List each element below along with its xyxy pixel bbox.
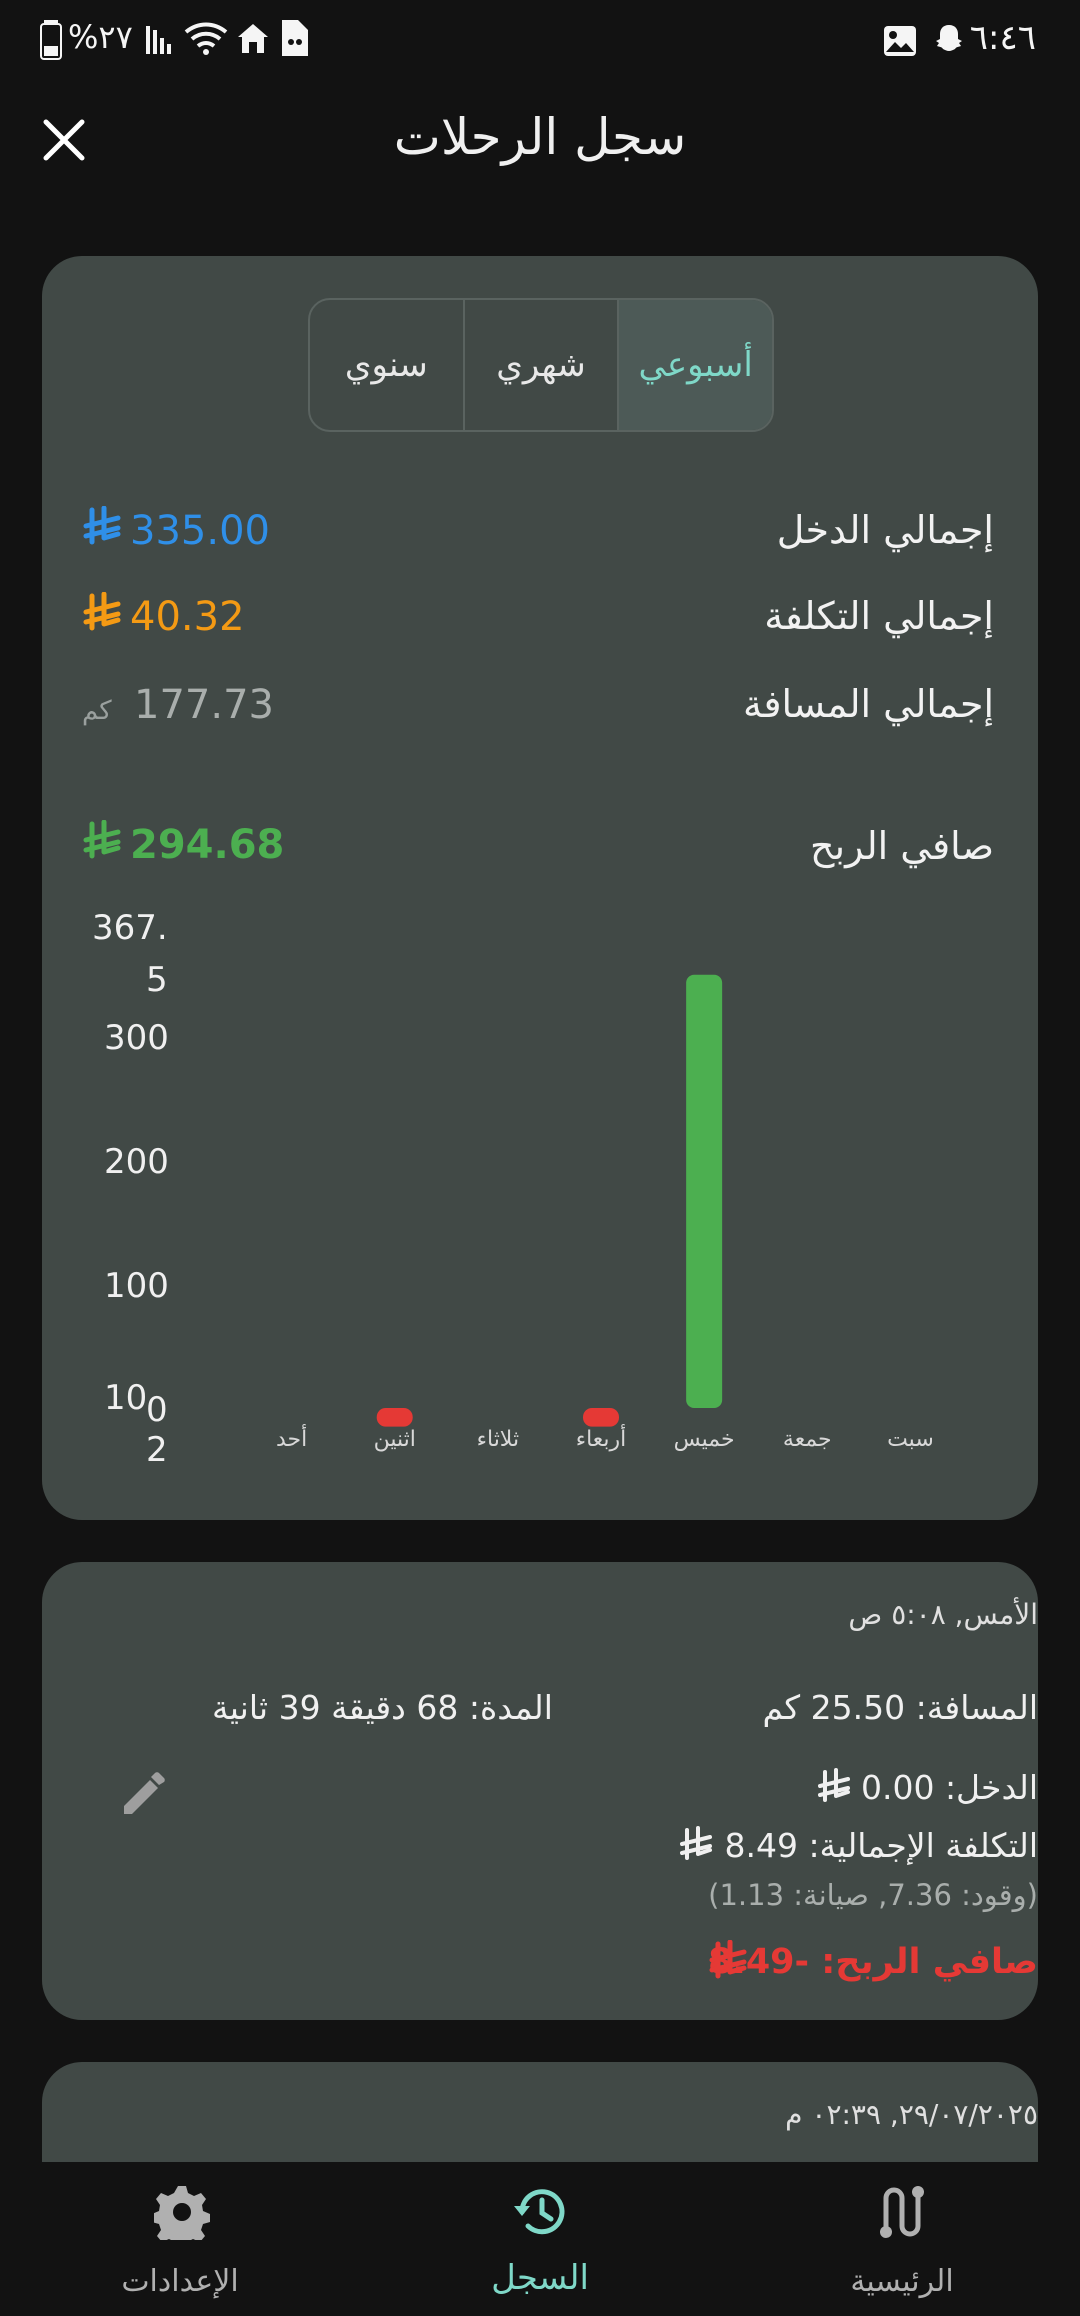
trip-distance: المسافة: 25.50 كم bbox=[762, 1688, 1038, 1727]
nav-history[interactable]: السجل bbox=[480, 2184, 600, 2304]
nav-home[interactable]: الرئيسية bbox=[842, 2184, 962, 2304]
trip-cost-breakdown: (وقود: 7.36, صيانة: 1.13) bbox=[708, 1878, 1038, 1912]
trip-income: الدخل: 0.00 bbox=[860, 1768, 1038, 1807]
trip-total-cost: التكلفة الإجمالية: 8.49 bbox=[724, 1826, 1038, 1865]
x-tick-label: اثنين bbox=[374, 1427, 416, 1452]
history-icon bbox=[514, 2189, 565, 2235]
gear-icon bbox=[154, 2186, 210, 2240]
chart-bar-negative bbox=[583, 1408, 619, 1427]
x-tick-label: أحد bbox=[276, 1424, 307, 1452]
nav-history-label: السجل bbox=[491, 2258, 589, 2298]
trip-net-profit: صافي الربح: -8.49 bbox=[708, 1942, 1038, 1982]
x-tick-label: جمعة bbox=[783, 1427, 832, 1452]
chart-bar bbox=[686, 974, 723, 1408]
edit-icon[interactable] bbox=[118, 1764, 174, 1820]
currency-icon bbox=[680, 1826, 712, 1860]
currency-icon bbox=[818, 1768, 850, 1802]
nav-settings-label: الإعدادات bbox=[121, 2264, 239, 2299]
route-icon bbox=[880, 2186, 924, 2238]
nav-settings[interactable]: الإعدادات bbox=[120, 2184, 240, 2304]
currency-icon bbox=[709, 1940, 747, 1979]
x-tick-label: أربعاء bbox=[576, 1424, 627, 1452]
x-tick-label: سبت bbox=[887, 1427, 934, 1452]
nav-home-label: الرئيسية bbox=[850, 2264, 954, 2299]
trip-date: ٢٩/٠٧/٢٠٢٥, ٠٢:٣٩ م bbox=[785, 2098, 1038, 2131]
weekly-bar-chart: سبت جمعة خميس أربعاء ثلاثاء اثنين أحد bbox=[276, 974, 934, 1452]
trip-date: الأمس, ٥:٠٨ ص bbox=[848, 1598, 1038, 1631]
x-tick-label: خميس bbox=[674, 1427, 735, 1452]
trip-duration: المدة: 68 دقيقة 39 ثانية bbox=[212, 1688, 553, 1727]
x-tick-label: ثلاثاء bbox=[477, 1427, 519, 1452]
chart-bar-negative bbox=[376, 1408, 413, 1427]
